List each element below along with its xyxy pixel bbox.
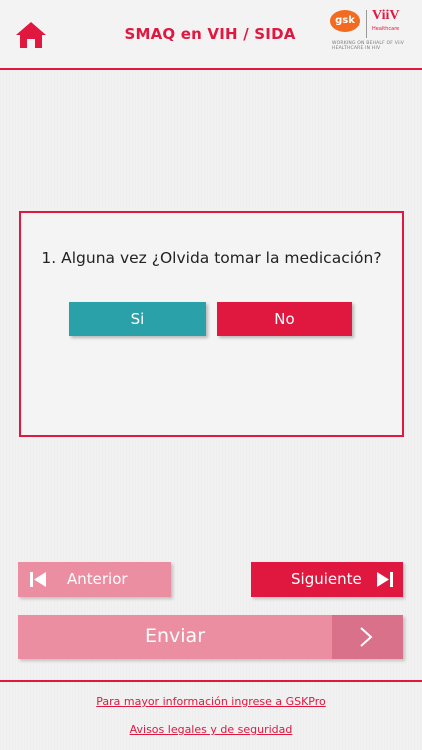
viiv-logo-subtext: Healthcare [372,26,400,32]
gskpro-link[interactable]: Para mayor información ingrese a GSKPro [0,695,422,708]
skip-next-icon [377,572,393,587]
home-icon [16,22,46,48]
app-header: SMAQ en VIH / SIDA gsk ViiV Healthcare W… [0,0,422,70]
next-button[interactable]: Siguiente [251,562,403,597]
chevron-right-icon [360,627,373,647]
answer-yes-button[interactable]: Si [69,302,206,336]
home-button[interactable] [14,20,48,50]
skip-previous-icon [30,572,46,587]
legal-notices-link[interactable]: Avisos legales y de seguridad [0,723,422,736]
gsk-viiv-logo: gsk ViiV Healthcare WORKING ON BEHALF OF… [330,8,408,58]
next-button-label: Siguiente [291,570,362,588]
send-button-label: Enviar [144,625,206,647]
question-text: 1. Alguna vez ¿Olvida tomar la medicació… [41,249,382,267]
answer-no-button[interactable]: No [217,302,352,336]
previous-button[interactable]: Anterior [18,562,171,597]
send-arrow-area [332,615,403,659]
gsk-logo-text: gsk [330,10,360,32]
page-title: SMAQ en VIH / SIDA [124,25,296,43]
question-card: 1. Alguna vez ¿Olvida tomar la medicació… [19,211,404,437]
send-button[interactable]: Enviar [18,615,403,659]
previous-button-label: Anterior [67,570,128,588]
logo-tagline: WORKING ON BEHALF OF ViiV HEALTHCARE IN … [332,41,405,51]
viiv-logo-text: ViiV [372,8,400,23]
footer-divider [0,680,422,682]
logo-divider [366,10,367,38]
